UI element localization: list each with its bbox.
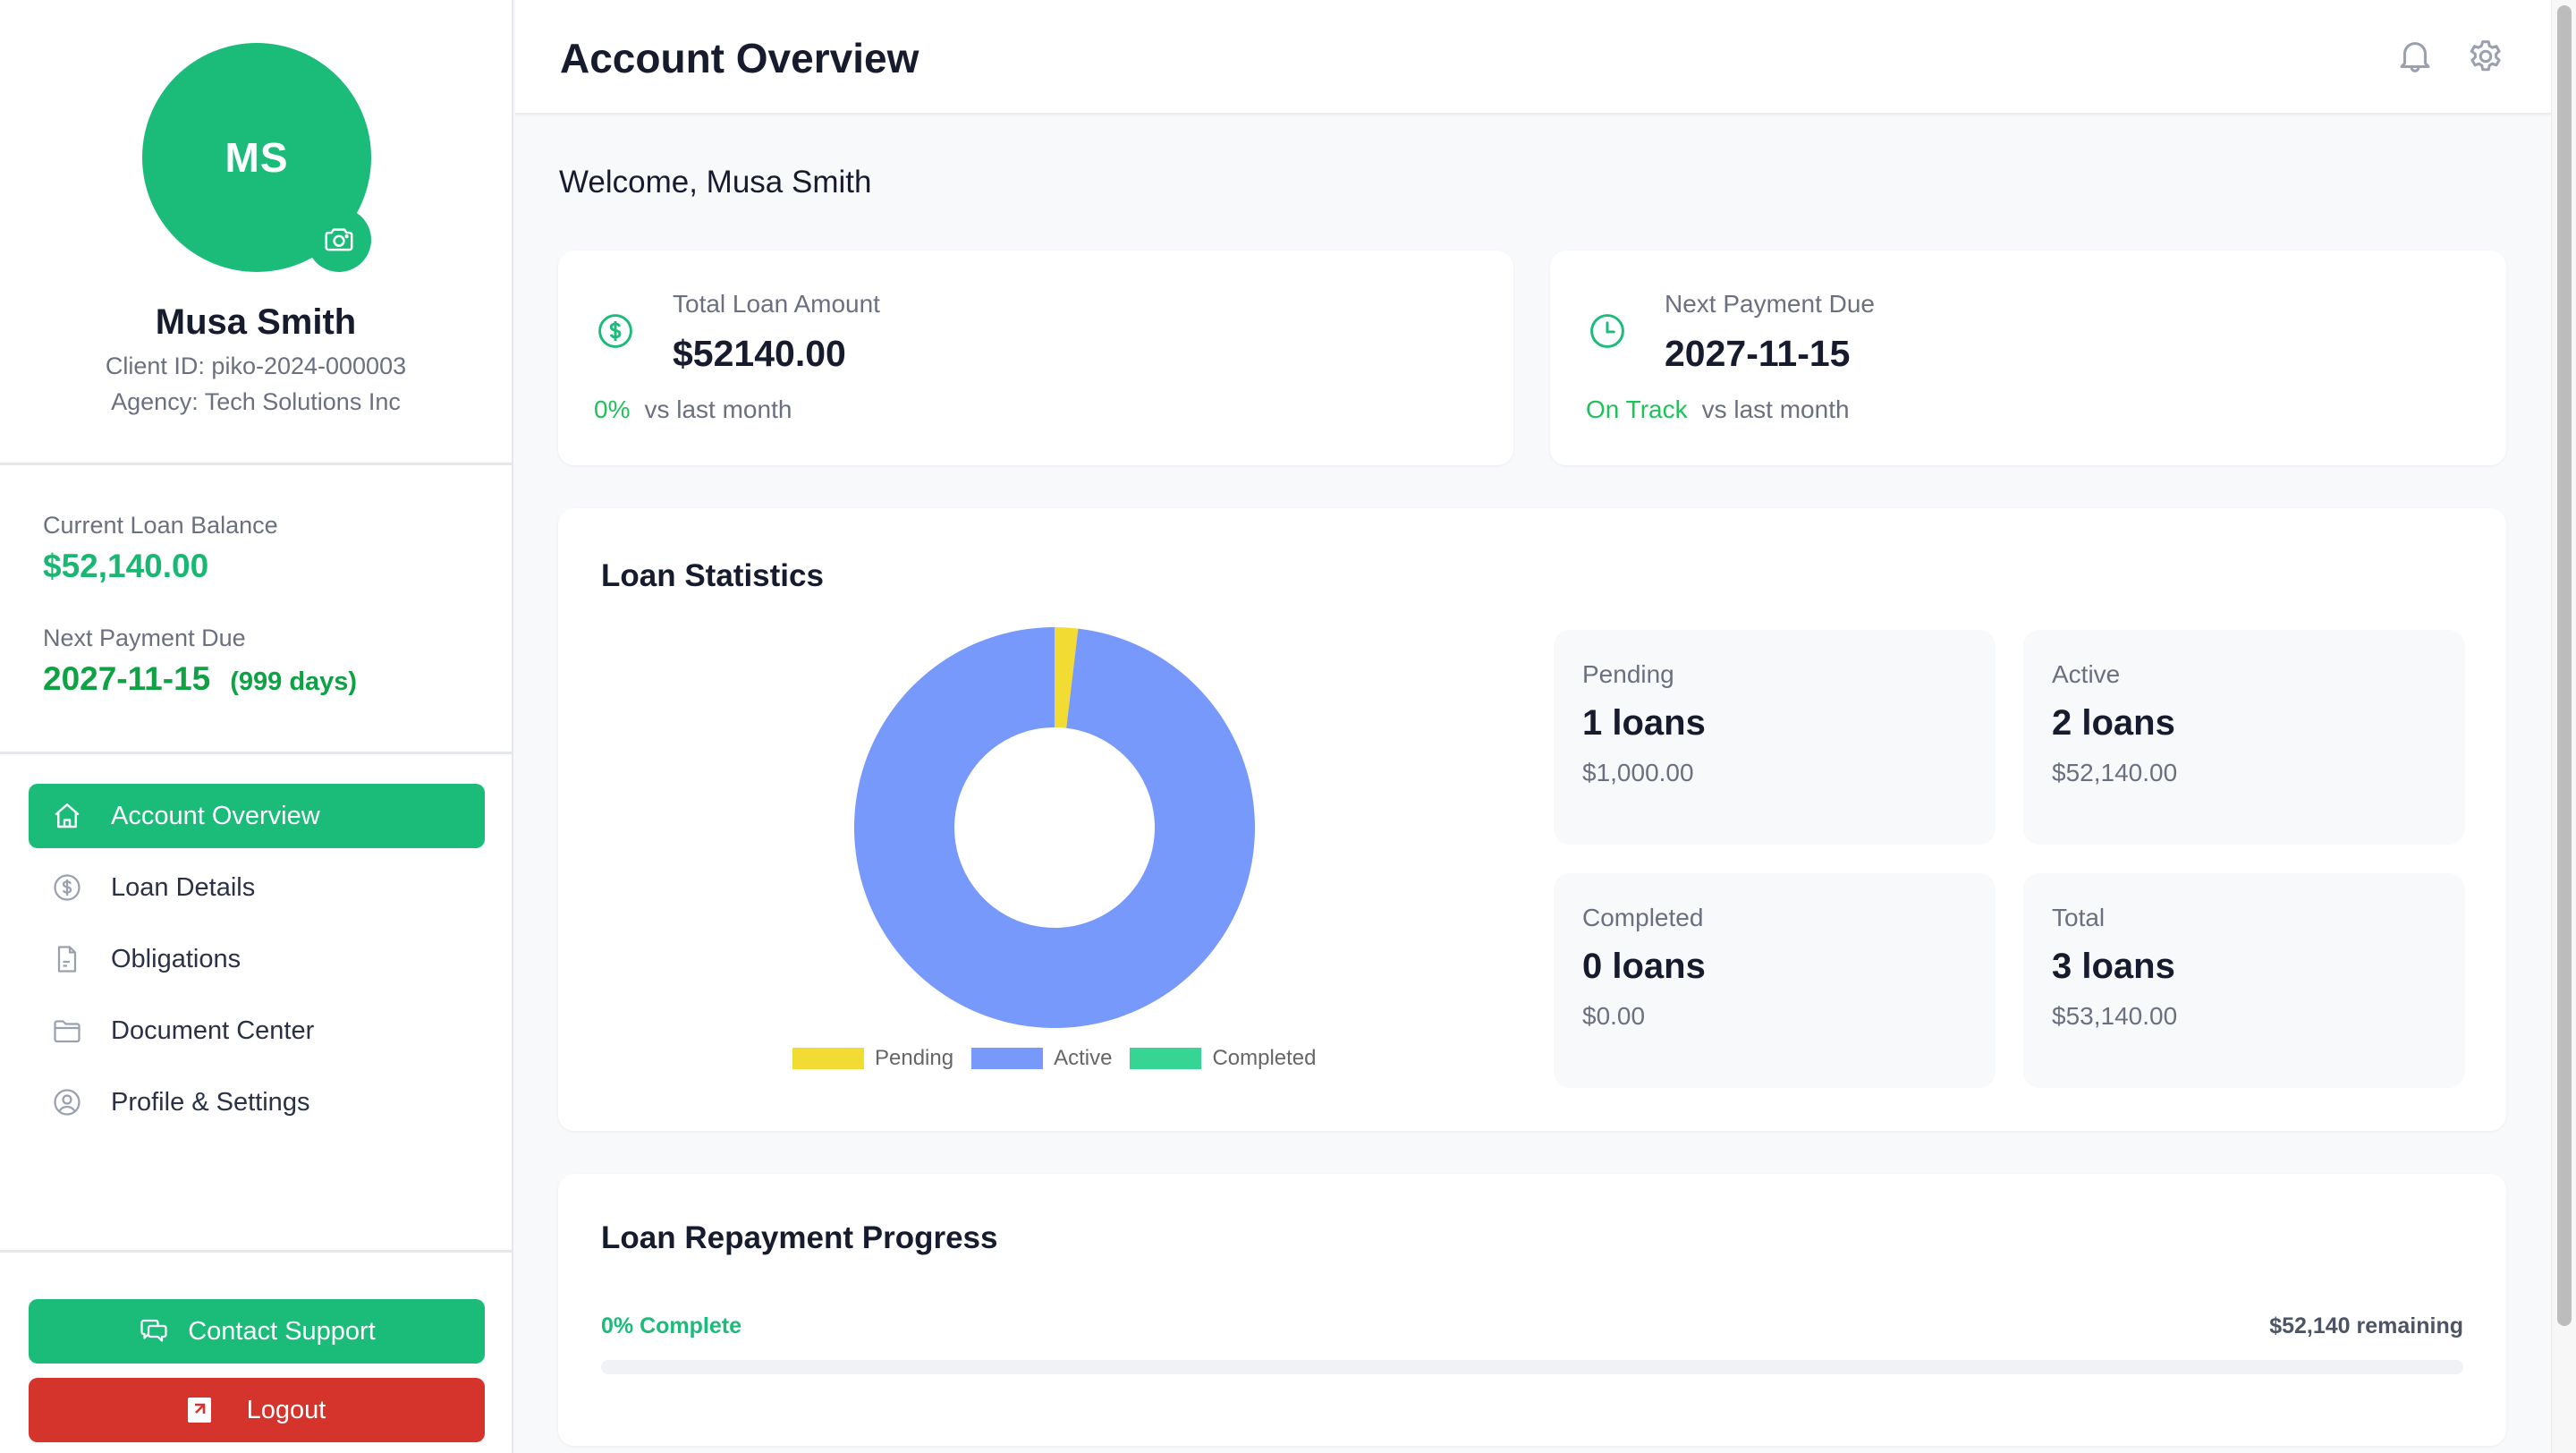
client-agency: Agency: Tech Solutions Inc	[111, 388, 401, 415]
logout-label: Logout	[246, 1395, 326, 1424]
sidebar-item-label: Account Overview	[111, 801, 320, 830]
sidebar-item-obligations[interactable]: Obligations	[29, 927, 485, 991]
stat-completed: Completed 0 loans $0.00	[1554, 873, 1996, 1088]
page-title: Account Overview	[560, 35, 919, 81]
chart-legend: Pending Active Completed	[792, 1046, 1335, 1071]
legend-swatch	[971, 1048, 1044, 1069]
card-trend: 0% vs last month	[594, 395, 792, 424]
legend-swatch	[792, 1048, 864, 1069]
loan-statistics-title: Loan Statistics	[601, 558, 824, 593]
trend-label: vs last month	[1701, 395, 1850, 423]
contact-support-button[interactable]: Contact Support	[29, 1299, 485, 1364]
welcome-message: Welcome, Musa Smith	[559, 165, 872, 200]
trend-value: On Track	[1586, 395, 1688, 423]
stat-total: Total 3 loans $53,140.00	[2023, 873, 2465, 1088]
camera-icon	[325, 228, 353, 251]
donut-slice-active[interactable]	[854, 627, 1255, 1028]
current-balance-value: $52,140.00	[43, 548, 209, 584]
logout-button[interactable]: Logout	[29, 1378, 485, 1442]
top-header: Account Overview	[515, 0, 2551, 115]
scrollbar-thumb[interactable]	[2557, 5, 2572, 1326]
bell-icon	[2400, 42, 2430, 72]
legend-label: Completed	[1212, 1046, 1317, 1070]
sidebar-actions: Contact Support Logout	[0, 1250, 512, 1453]
legend-label: Active	[1054, 1046, 1113, 1070]
profile-section: MS Musa Smith Client ID: piko-2024-00000…	[0, 0, 512, 465]
next-payment-days: (999 days)	[230, 667, 358, 696]
trend-label: vs last month	[644, 395, 792, 423]
next-payment-value: 2027-11-15 (999 days)	[43, 660, 357, 698]
progress-remaining-label: $52,140 remaining	[2269, 1313, 2463, 1338]
sidebar-item-label: Loan Details	[111, 872, 256, 902]
stat-amount: $53,140.00	[2052, 1002, 2178, 1030]
stat-count: 3 loans	[2052, 947, 2175, 986]
current-balance-label: Current Loan Balance	[43, 512, 278, 539]
client-name: Musa Smith	[155, 302, 357, 342]
loan-statistics-card: Loan Statistics Pending Active Completed P…	[558, 508, 2506, 1131]
legend-item-active[interactable]: Active	[971, 1046, 1112, 1071]
sidebar-item-label: Profile & Settings	[111, 1087, 310, 1117]
chat-bubbles-icon	[140, 1319, 167, 1342]
sidebar-item-profile-settings[interactable]: Profile & Settings	[29, 1070, 485, 1134]
repayment-progress-card: Loan Repayment Progress 0% Complete $52,…	[558, 1174, 2506, 1446]
page-scrollbar[interactable]	[2551, 0, 2576, 1453]
sidebar-item-loan-details[interactable]: Loan Details	[29, 855, 485, 920]
stat-count: 1 loans	[1582, 703, 1706, 743]
legend-swatch	[1130, 1048, 1202, 1069]
sidebar-item-label: Obligations	[111, 944, 242, 973]
gear-icon	[2470, 40, 2501, 72]
stat-count: 2 loans	[2052, 703, 2175, 743]
document-icon	[57, 946, 77, 973]
client-id: Client ID: piko-2024-000003	[105, 353, 407, 379]
legend-label: Pending	[875, 1046, 954, 1070]
dollar-circle-icon	[54, 874, 80, 901]
clock-icon	[1590, 314, 1624, 348]
next-payment-label: Next Payment Due	[43, 625, 246, 651]
legend-item-completed[interactable]: Completed	[1130, 1046, 1317, 1071]
stat-amount: $1,000.00	[1582, 759, 1694, 786]
stat-count: 0 loans	[1582, 947, 1706, 986]
user-circle-icon	[54, 1089, 80, 1116]
stat-amount: $0.00	[1582, 1002, 1646, 1030]
settings-button[interactable]	[2465, 36, 2506, 77]
sidebar-item-label: Document Center	[111, 1015, 315, 1045]
stat-label: Total	[2052, 904, 2106, 931]
avatar-initials: MS	[225, 134, 289, 181]
next-payment-date: 2027-11-15	[43, 660, 211, 697]
trend-value: 0%	[594, 395, 631, 423]
next-payment-card: Next Payment Due 2027-11-15 On Track vs l…	[1550, 251, 2506, 465]
progress-percent-label: 0% Complete	[601, 1313, 741, 1338]
balance-summary: Current Loan Balance $52,140.00 Next Pay…	[0, 465, 512, 754]
repayment-progress-title: Loan Repayment Progress	[601, 1220, 998, 1255]
sidebar: MS Musa Smith Client ID: piko-2024-00000…	[0, 0, 513, 1453]
stat-active: Active 2 loans $52,140.00	[2023, 630, 2465, 845]
card-value: 2027-11-15	[1665, 333, 1851, 374]
total-loan-card: Total Loan Amount $52140.00 0% vs last mo…	[558, 251, 1513, 465]
loan-status-donut-chart	[854, 627, 1255, 1028]
card-label: Next Payment Due	[1665, 290, 1875, 318]
sidebar-item-account-overview[interactable]: Account Overview	[29, 784, 485, 848]
stat-amount: $52,140.00	[2052, 759, 2178, 786]
home-icon	[55, 803, 80, 828]
stat-label: Pending	[1582, 660, 1674, 688]
notifications-button[interactable]	[2394, 36, 2436, 77]
progress-bar	[601, 1360, 2463, 1374]
card-label: Total Loan Amount	[673, 290, 880, 318]
stat-label: Completed	[1582, 904, 1704, 931]
stat-label: Active	[2052, 660, 2121, 688]
folder-icon	[54, 1020, 80, 1043]
card-trend: On Track vs last month	[1586, 395, 1850, 424]
legend-item-pending[interactable]: Pending	[792, 1046, 953, 1071]
dollar-circle-icon	[598, 314, 632, 348]
logout-icon	[187, 1398, 211, 1423]
stat-pending: Pending 1 loans $1,000.00	[1554, 630, 1996, 845]
change-photo-button[interactable]	[307, 208, 371, 272]
contact-support-label: Contact Support	[188, 1316, 376, 1346]
sidebar-item-document-center[interactable]: Document Center	[29, 998, 485, 1063]
card-value: $52140.00	[673, 333, 846, 374]
